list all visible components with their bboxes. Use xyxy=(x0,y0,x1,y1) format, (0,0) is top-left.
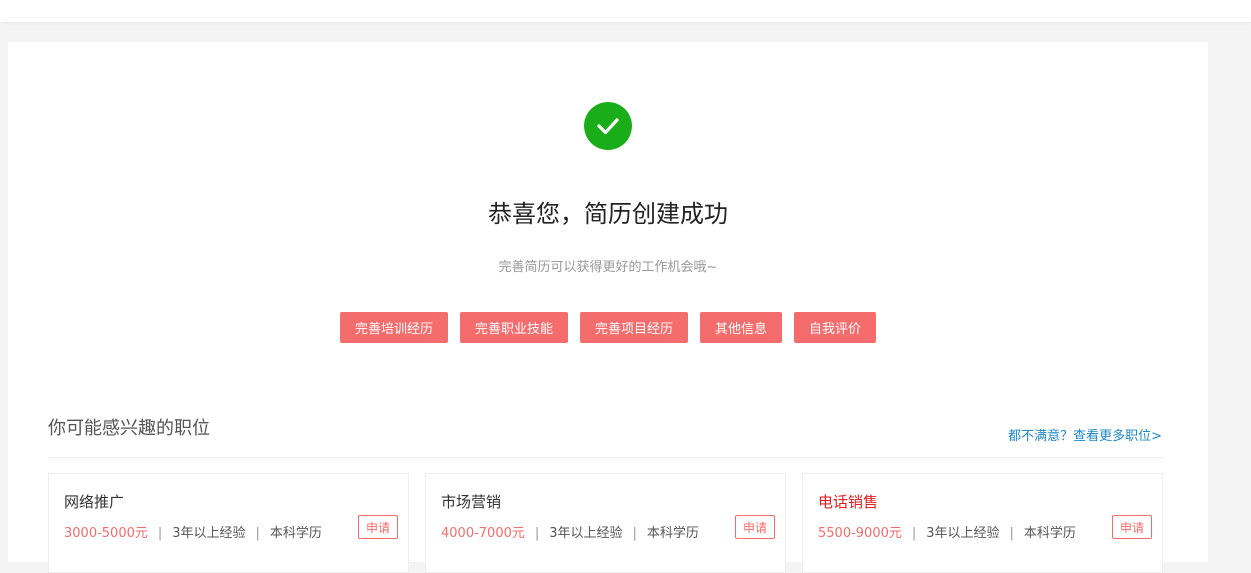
job-list: 网络推广 3000-5000元 | 3年以上经验 | 本科学历 申请 市场营销 4000… xyxy=(48,473,1164,573)
job-salary: 5500-9000元 xyxy=(818,526,902,541)
complete-projects-button[interactable]: 完善项目经历 xyxy=(579,312,688,343)
job-experience: 3年以上经验 xyxy=(926,526,1000,541)
more-jobs-link[interactable]: 都不满意？查看更多职位> xyxy=(1008,425,1162,444)
job-education: 本科学历 xyxy=(1023,526,1076,541)
separator: | xyxy=(911,526,917,541)
apply-button[interactable]: 申请 xyxy=(735,515,775,539)
job-experience: 3年以上经验 xyxy=(549,526,623,541)
divider xyxy=(48,457,1164,458)
improve-actions: 完善培训经历 完善职业技能 完善项目经历 其他信息 自我评价 xyxy=(8,312,1208,343)
success-title: 恭喜您，简历创建成功 xyxy=(488,200,728,228)
success-subtitle: 完善简历可以获得更好的工作机会哦~ xyxy=(498,260,718,275)
job-title[interactable]: 网络推广 xyxy=(64,491,124,512)
job-card[interactable]: 网络推广 3000-5000元 | 3年以上经验 | 本科学历 申请 xyxy=(48,473,409,573)
job-education: 本科学历 xyxy=(269,526,322,541)
result-card: 恭喜您，简历创建成功 完善简历可以获得更好的工作机会哦~ 完善培训经历 完善职业… xyxy=(8,42,1208,573)
job-meta: 3000-5000元 | 3年以上经验 | 本科学历 xyxy=(64,522,322,541)
job-card[interactable]: 电话销售 5500-9000元 | 3年以上经验 | 本科学历 申请 xyxy=(802,473,1163,573)
job-title[interactable]: 市场营销 xyxy=(441,491,501,512)
check-circle-icon xyxy=(584,102,632,150)
self-evaluation-button[interactable]: 自我评价 xyxy=(794,312,877,343)
job-salary: 4000-7000元 xyxy=(441,526,525,541)
apply-button[interactable]: 申请 xyxy=(358,515,398,539)
job-card[interactable]: 市场营销 4000-7000元 | 3年以上经验 | 本科学历 申请 xyxy=(425,473,786,573)
apply-button[interactable]: 申请 xyxy=(1112,515,1152,539)
separator: | xyxy=(534,526,540,541)
job-meta: 5500-9000元 | 3年以上经验 | 本科学历 xyxy=(818,522,1076,541)
job-education: 本科学历 xyxy=(646,526,699,541)
recommend-title: 你可能感兴趣的职位 xyxy=(48,418,210,439)
job-salary: 3000-5000元 xyxy=(64,526,148,541)
job-experience: 3年以上经验 xyxy=(172,526,246,541)
top-bar xyxy=(0,0,1251,22)
separator: | xyxy=(157,526,163,541)
job-meta: 4000-7000元 | 3年以上经验 | 本科学历 xyxy=(441,522,699,541)
separator: | xyxy=(632,526,637,541)
complete-training-button[interactable]: 完善培训经历 xyxy=(339,312,448,343)
job-title[interactable]: 电话销售 xyxy=(818,491,878,512)
separator: | xyxy=(1009,526,1014,541)
other-info-button[interactable]: 其他信息 xyxy=(700,312,783,343)
separator: | xyxy=(255,526,260,541)
complete-skills-button[interactable]: 完善职业技能 xyxy=(459,312,568,343)
